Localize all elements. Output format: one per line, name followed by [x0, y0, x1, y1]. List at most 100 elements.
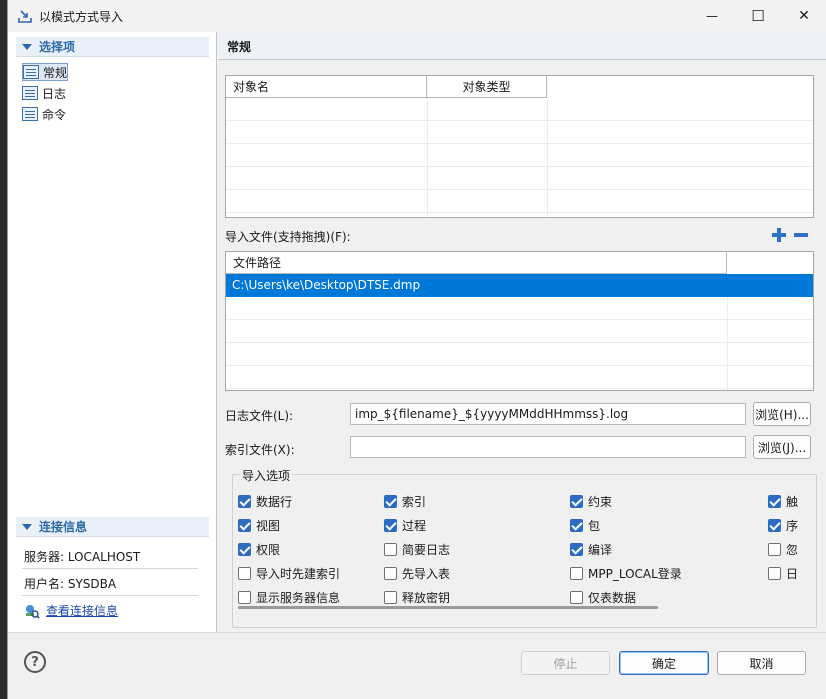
add-file-button[interactable] — [770, 226, 788, 244]
checkbox[interactable] — [570, 566, 583, 580]
browse-index-button[interactable]: 浏览(J)... — [753, 435, 811, 459]
nav-item-general[interactable]: 常规 — [22, 63, 69, 81]
select-section-header[interactable]: 选择项 — [16, 37, 209, 57]
option-view[interactable]: 视图 — [238, 517, 280, 533]
files-table[interactable]: 文件路径 C:\Users\ke\Desktop\DTSE.dmp — [225, 251, 814, 391]
option-label: MPP_LOCAL登录 — [588, 566, 682, 581]
nav-label: 常规 — [43, 65, 68, 80]
option-sequence[interactable]: 序 — [768, 517, 798, 533]
checkbox[interactable] — [238, 494, 251, 508]
checkbox[interactable] — [570, 590, 583, 604]
option-label: 导入时先建索引 — [256, 566, 341, 581]
option-brief-log[interactable]: 简要日志 — [384, 541, 450, 557]
option-label: 释放密钥 — [402, 590, 451, 605]
collapse-arrow-icon — [22, 43, 32, 50]
option-trigger[interactable]: 触 — [768, 493, 798, 509]
option-constraint[interactable]: 约束 — [570, 493, 612, 509]
import-options-group: 数据行 索引 约束 触 视图 过程 包 序 权限 简要日志 编译 忽 导入时先建… — [232, 474, 817, 628]
nav-item-log[interactable]: 日志 — [22, 84, 66, 102]
option-index-first[interactable]: 导入时先建索引 — [238, 565, 340, 581]
page-icon — [23, 65, 39, 79]
divider — [727, 297, 728, 390]
log-file-label: 日志文件(L): — [225, 409, 294, 423]
option-ignore[interactable]: 忽 — [768, 541, 798, 557]
option-label: 触 — [786, 494, 799, 509]
remove-file-button[interactable] — [792, 226, 810, 244]
option-index[interactable]: 索引 — [384, 493, 426, 509]
collapse-arrow-icon — [22, 523, 32, 530]
checkbox[interactable] — [570, 494, 583, 508]
index-file-input[interactable] — [350, 436, 746, 458]
maximize-icon: ☐ — [751, 7, 765, 25]
page-icon — [22, 107, 38, 121]
option-release-key[interactable]: 释放密钥 — [384, 589, 450, 605]
view-conn-link[interactable]: 查看连接信息 — [46, 602, 118, 619]
option-table-data-only[interactable]: 仅表数据 — [570, 589, 636, 605]
cancel-button[interactable]: 取消 — [717, 651, 806, 675]
table-row[interactable] — [226, 343, 813, 366]
option-privilege[interactable]: 权限 — [238, 541, 280, 557]
plus-icon — [772, 228, 786, 242]
option-label: 忽 — [786, 542, 799, 557]
option-procedure[interactable]: 过程 — [384, 517, 426, 533]
conn-section-header[interactable]: 连接信息 — [16, 517, 209, 537]
checkbox[interactable] — [384, 542, 397, 556]
table-row[interactable] — [226, 98, 813, 121]
option-log[interactable]: 日 — [768, 565, 798, 581]
checkbox[interactable] — [238, 542, 251, 556]
page-header: 常规 — [218, 32, 826, 60]
log-file-input[interactable]: imp_${filename}_${yyyyMMddHHmmss}.log — [350, 403, 746, 425]
minimize-button[interactable]: — — [689, 0, 735, 32]
option-label: 过程 — [402, 518, 427, 533]
checkbox[interactable] — [768, 542, 781, 556]
stop-button[interactable]: 停止 — [521, 651, 610, 675]
checkbox[interactable] — [768, 566, 781, 580]
nav-item-command[interactable]: 命令 — [22, 105, 66, 123]
left-panel: 选择项 常规 日志 命令 连接信息 服务器: LOCALHOST 用户名: SY… — [8, 32, 217, 632]
close-button[interactable]: ✕ — [781, 0, 826, 32]
table-row[interactable] — [226, 121, 813, 144]
import-options-title: 导入选项 — [240, 467, 293, 484]
table-row[interactable] — [226, 167, 813, 190]
option-mpp-local[interactable]: MPP_LOCAL登录 — [570, 565, 682, 581]
browse-log-button[interactable]: 浏览(H)... — [753, 402, 811, 426]
table-row[interactable]: C:\Users\ke\Desktop\DTSE.dmp — [226, 274, 813, 297]
ok-button[interactable]: 确定 — [619, 651, 709, 675]
checkbox[interactable] — [238, 566, 251, 580]
option-show-server-info[interactable]: 显示服务器信息 — [238, 589, 340, 605]
checkbox[interactable] — [768, 494, 781, 508]
option-data-rows[interactable]: 数据行 — [238, 493, 292, 509]
checkbox[interactable] — [768, 518, 781, 532]
help-icon[interactable]: ? — [24, 651, 46, 673]
checkbox[interactable] — [570, 542, 583, 556]
table-row[interactable] — [226, 366, 813, 389]
table-row[interactable] — [226, 144, 813, 167]
option-label: 仅表数据 — [588, 590, 637, 605]
checkbox[interactable] — [238, 518, 251, 532]
import-icon — [18, 10, 32, 23]
minus-icon — [794, 233, 808, 237]
table-row[interactable] — [226, 297, 813, 320]
column-header-object-type[interactable]: 对象类型 — [427, 76, 547, 98]
column-header-file-path[interactable]: 文件路径 — [226, 252, 727, 274]
checkbox[interactable] — [570, 518, 583, 532]
objects-table[interactable]: 对象名 对象类型 — [225, 75, 814, 218]
checkbox[interactable] — [238, 590, 251, 604]
maximize-button[interactable]: ☐ — [735, 0, 781, 32]
column-header-object-name[interactable]: 对象名 — [226, 76, 427, 98]
option-label: 索引 — [402, 494, 427, 509]
checkbox[interactable] — [384, 518, 397, 532]
option-table-first[interactable]: 先导入表 — [384, 565, 450, 581]
checkbox[interactable] — [384, 494, 397, 508]
option-label: 显示服务器信息 — [256, 590, 341, 605]
horizontal-scrollbar[interactable] — [238, 606, 658, 609]
checkbox[interactable] — [384, 590, 397, 604]
table-row[interactable] — [226, 320, 813, 343]
table-row[interactable] — [226, 190, 813, 213]
option-package[interactable]: 包 — [570, 517, 600, 533]
page-icon — [22, 86, 38, 100]
view-conn-link-row[interactable]: 查看连接信息 — [24, 602, 118, 619]
close-icon: ✕ — [798, 8, 810, 24]
checkbox[interactable] — [384, 566, 397, 580]
option-compile[interactable]: 编译 — [570, 541, 612, 557]
